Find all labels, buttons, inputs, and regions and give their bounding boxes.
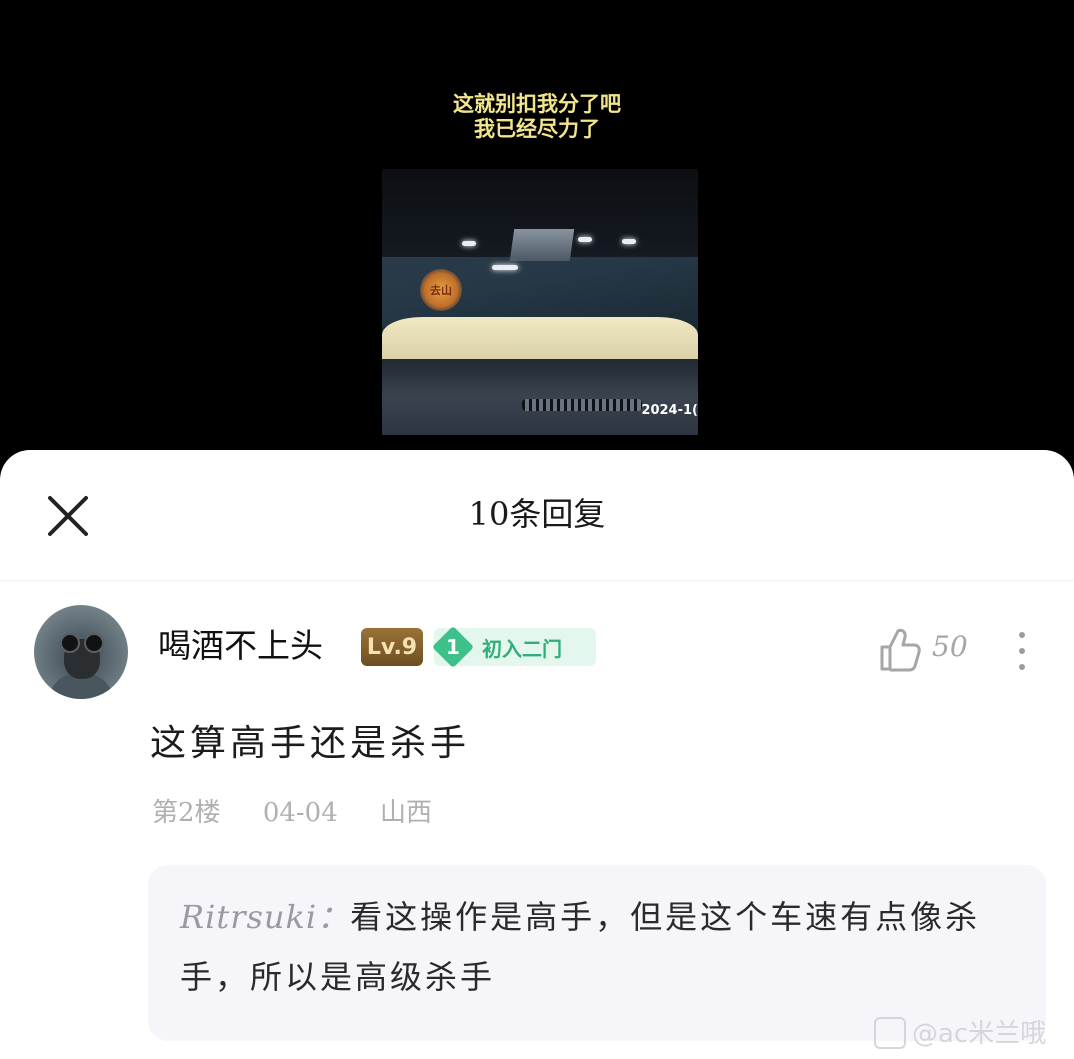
divider	[0, 580, 1074, 581]
floor-number: 第2楼	[152, 798, 221, 828]
video-frame[interactable]: 去山 2024-1(	[382, 169, 698, 435]
watermark: @ac米兰哦	[874, 1013, 1046, 1051]
avatar-binocular	[60, 633, 80, 653]
avatar[interactable]	[34, 605, 128, 699]
caption-line-1: 这就别扣我分了吧	[453, 92, 621, 116]
video-light	[622, 239, 636, 244]
video-light	[492, 265, 518, 270]
video-caption: 这就别扣我分了吧 我已经尽力了	[0, 92, 1074, 142]
reply-content: Ritrsuki：看这操作是高手，但是这个车速有点像杀手，所以是高级杀手	[180, 887, 1016, 1007]
level-badge: Lv.9	[361, 628, 423, 666]
video-car-hood	[382, 317, 698, 363]
video-player[interactable]: 这就别扣我分了吧 我已经尽力了 去山 2024-1(	[0, 0, 1074, 470]
sheet-title: 10条回复	[468, 495, 606, 533]
comment-meta: 第2楼 04-04 山西	[152, 795, 466, 831]
video-light	[462, 241, 476, 246]
video-overlay-badge: 去山	[420, 269, 462, 311]
thumbs-up-icon	[880, 628, 921, 672]
video-dashboard	[382, 359, 698, 435]
video-timestamp: 2024-1(	[641, 403, 698, 418]
comment-date: 04-04	[262, 798, 338, 828]
more-dot-icon	[1019, 664, 1025, 670]
comment-text[interactable]: 这算高手还是杀手	[150, 718, 470, 770]
reply-author[interactable]: Ritrsuki：	[180, 898, 350, 936]
like-button[interactable]	[878, 627, 922, 673]
username[interactable]: 喝酒不上头	[158, 623, 323, 669]
watermark-text: @ac米兰哦	[912, 1019, 1047, 1049]
more-options-button[interactable]	[1008, 628, 1036, 674]
more-dot-icon	[1019, 632, 1025, 638]
video-vent	[522, 399, 642, 411]
rank-badge: 1 初入二门	[432, 626, 596, 668]
rank-number: 1	[446, 635, 460, 659]
caption-line-2: 我已经尽力了	[474, 117, 600, 141]
weibo-icon	[874, 1016, 906, 1049]
video-building	[509, 229, 575, 261]
avatar-binocular	[84, 633, 104, 653]
rank-label: 初入二门	[482, 636, 562, 661]
video-light	[578, 237, 592, 242]
more-dot-icon	[1019, 648, 1025, 654]
like-count: 50	[932, 630, 968, 663]
comment-location: 山西	[380, 798, 433, 828]
